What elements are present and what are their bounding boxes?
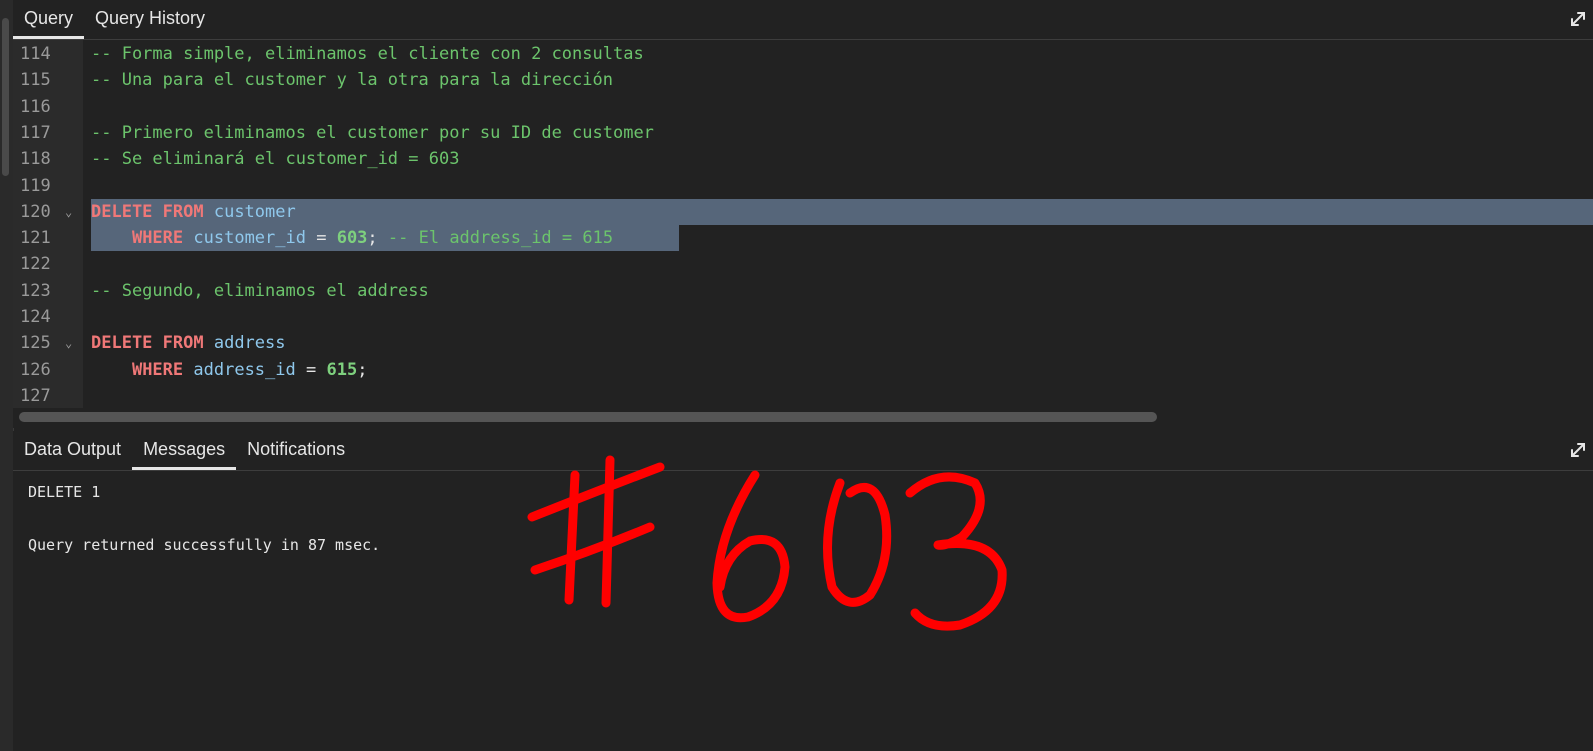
line-number: 114 (20, 44, 51, 64)
code-text: -- Una para el customer y la otra para l… (91, 67, 613, 93)
handwritten-annotation: #603 (527, 455, 1007, 631)
line-number: 127 (20, 385, 51, 406)
expand-arrows-icon[interactable] (1567, 8, 1589, 30)
code-text: WHERE address_id = 615; (91, 357, 367, 383)
code-line[interactable]: 125 ⌄ DELETE FROM address (13, 330, 1593, 356)
tab-notifications[interactable]: Notifications (236, 431, 356, 470)
line-number: 118 (20, 149, 51, 170)
code-token: -- Primero eliminamos el customer por su… (91, 122, 654, 143)
code-token: ; (367, 228, 388, 249)
line-number: 123 (20, 280, 51, 301)
code-token: -- El address_id = 615 (387, 228, 614, 249)
code-line[interactable]: 117 -- Primero eliminamos el customer por… (13, 120, 1593, 146)
line-number: 126 (20, 359, 51, 380)
line-number: 121 (20, 228, 51, 249)
code-token: -- Una para el customer y la otra para l… (91, 70, 613, 91)
code-token: DELETE FROM (91, 333, 204, 354)
chevron-down-icon[interactable]: ⌄ (65, 330, 79, 356)
tab-query[interactable]: Query (13, 0, 85, 39)
code-token: WHERE (131, 228, 184, 249)
code-line[interactable]: 121 WHERE customer_id = 603; -- El addre… (13, 225, 1593, 252)
code-line[interactable]: 116 (13, 94, 1593, 120)
code-token: = (295, 359, 327, 380)
code-text: WHERE customer_id = 603; -- El address_i… (91, 225, 613, 251)
code-text: DELETE FROM customer (91, 199, 296, 225)
line-number: 117 (20, 122, 51, 143)
line-number: 116 (20, 96, 51, 117)
line-number: 125 (20, 333, 51, 354)
chevron-down-icon[interactable]: ⌄ (65, 199, 79, 225)
code-text: -- Segundo, eliminamos el address (91, 278, 429, 304)
line-number: 122 (20, 254, 51, 275)
code-token: DELETE FROM (91, 201, 204, 222)
tab-query-history[interactable]: Query History (84, 0, 216, 39)
code-token: address_id (193, 359, 296, 380)
editor-horizontal-scrollbar[interactable] (13, 408, 1593, 428)
code-token: 603 (336, 228, 368, 249)
horizontal-scrollbar-thumb[interactable] (19, 412, 1157, 422)
code-token: 615 (326, 359, 358, 380)
message-delete-result: DELETE 1 (28, 483, 101, 501)
code-token: = (305, 228, 337, 249)
left-scrollbar-thumb[interactable] (2, 18, 9, 176)
code-token: WHERE (131, 359, 184, 380)
code-line[interactable]: 119 (13, 173, 1593, 199)
line-number: 124 (20, 307, 51, 327)
code-line[interactable]: 123 -- Segundo, eliminamos el address (13, 278, 1593, 304)
message-query-success: Query returned successfully in 87 msec. (28, 536, 381, 554)
query-tab-bar: Query Query History (13, 0, 1593, 40)
expand-arrows-icon[interactable] (1567, 439, 1589, 461)
left-scrollbar[interactable] (0, 0, 14, 751)
pgadmin-query-tool: Query Query History 114 -- Forma simple, … (0, 0, 1593, 751)
code-text: -- Se eliminará el customer_id = 603 (91, 146, 459, 172)
code-token: ; (357, 359, 368, 380)
code-line[interactable]: 115 -- Una para el customer y la otra par… (13, 67, 1593, 93)
code-line[interactable]: 127 (13, 383, 1593, 408)
code-token: customer_id (193, 228, 306, 249)
line-number: 120 (20, 201, 51, 222)
code-text: -- Primero eliminamos el customer por su… (91, 120, 654, 146)
sql-editor[interactable]: 114 -- Forma simple, eliminamos el client… (13, 40, 1593, 408)
code-line[interactable]: 122 (13, 251, 1593, 277)
tab-messages[interactable]: Messages (132, 431, 237, 470)
code-line[interactable]: 120 ⌄ DELETE FROM customer (13, 198, 1593, 226)
code-token: customer (213, 201, 296, 222)
line-number: 115 (20, 70, 51, 91)
code-token: -- Se eliminará el customer_id = 603 (91, 149, 460, 170)
tab-data-output[interactable]: Data Output (13, 431, 132, 470)
code-line[interactable]: 124 (13, 304, 1593, 330)
text-selection (91, 198, 1593, 226)
code-token: address (213, 333, 286, 354)
code-line[interactable]: 114 -- Forma simple, eliminamos el client… (13, 41, 1593, 67)
code-token: -- Forma simple, eliminamos el cliente c… (91, 44, 644, 64)
code-token: -- Segundo, eliminamos el address (91, 280, 429, 301)
code-text: DELETE FROM address (91, 330, 286, 356)
line-number: 119 (20, 175, 51, 196)
code-line[interactable]: 118 -- Se eliminará el customer_id = 603 (13, 146, 1593, 172)
code-line[interactable]: 126 WHERE address_id = 615; (13, 357, 1593, 383)
code-text: -- Forma simple, eliminamos el cliente c… (91, 41, 644, 67)
